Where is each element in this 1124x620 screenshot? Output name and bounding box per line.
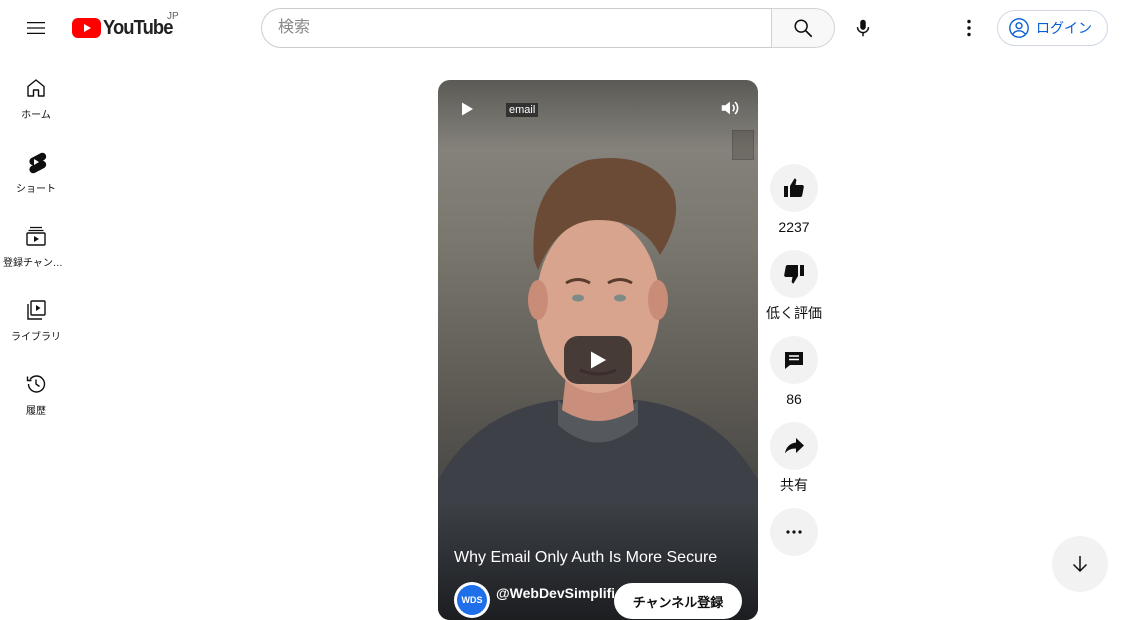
share-button[interactable] — [770, 422, 818, 470]
sidebar-item-home[interactable]: ホーム — [0, 56, 72, 130]
dislike-button[interactable] — [770, 250, 818, 298]
arrow-down-icon — [1072, 556, 1088, 573]
youtube-play-icon — [72, 18, 101, 38]
comments-button[interactable] — [770, 336, 818, 384]
like-action: 2237 — [770, 164, 818, 236]
share-icon — [785, 438, 804, 454]
dislike-action: 低く評価 — [766, 250, 822, 322]
sidebar-item-label: 履歴 — [26, 406, 46, 417]
video-title[interactable]: Why Email Only Auth Is More Secure — [454, 549, 744, 567]
hamburger-icon — [27, 22, 45, 34]
channel-avatar-text: WDS — [457, 585, 487, 615]
search-icon — [794, 19, 813, 38]
guide-menu-button[interactable] — [16, 8, 56, 48]
overlay-tag: email — [506, 103, 539, 117]
search-button[interactable] — [771, 8, 835, 48]
sidebar-item-label: 登録チャンネル — [3, 258, 69, 269]
youtube-logo[interactable]: YouTube JP — [72, 11, 179, 42]
login-label: ログイン — [1036, 20, 1092, 36]
channel-info: WDS @WebDevSimplified — [454, 582, 614, 618]
logo-wordmark: YouTube — [103, 16, 173, 39]
like-button[interactable] — [770, 164, 818, 212]
country-code: JP — [167, 11, 179, 22]
top-gradient — [438, 80, 758, 150]
sidebar-item-label: ホーム — [21, 110, 51, 121]
library-icon — [27, 300, 46, 320]
sidebar-item-label: ライブラリ — [11, 332, 61, 343]
home-icon — [27, 79, 45, 97]
channel-name[interactable]: @WebDevSimplified — [496, 585, 614, 601]
sidebar-item-label: ショート — [16, 184, 56, 195]
shorts-icon — [29, 152, 47, 174]
subscriptions-icon — [26, 226, 46, 246]
share-label: 共有 — [780, 477, 808, 493]
play-icon — [462, 102, 473, 116]
voice-search-button[interactable] — [843, 8, 883, 48]
dislike-label: 低く評価 — [766, 305, 822, 321]
mini-guide: ホーム ショート 登録チャンネル ライブラリ 履歴 — [0, 56, 72, 426]
more-vertical-icon — [967, 19, 971, 37]
more-horizontal-icon — [786, 530, 802, 534]
subscribe-button[interactable]: チャンネル登録 — [614, 583, 742, 619]
share-action: 共有 — [770, 422, 818, 494]
large-play-button[interactable] — [564, 336, 632, 384]
account-icon — [1009, 18, 1029, 38]
comment-action: 86 — [770, 336, 818, 408]
login-button[interactable]: ログイン — [997, 10, 1108, 46]
thumbs-up-icon — [784, 178, 804, 197]
next-video-button[interactable] — [1052, 536, 1108, 592]
comment-icon — [785, 352, 803, 369]
like-count: 2237 — [778, 219, 810, 235]
mute-button[interactable] — [718, 96, 742, 120]
history-icon — [26, 375, 46, 393]
play-pause-button[interactable] — [456, 98, 478, 120]
search-box — [261, 8, 835, 48]
comment-count: 86 — [786, 391, 802, 407]
volume-icon — [721, 101, 739, 115]
masthead: YouTube JP ログイン — [0, 0, 1124, 56]
settings-more-button[interactable] — [949, 8, 989, 48]
play-icon — [591, 351, 606, 369]
sidebar-item-subscriptions[interactable]: 登録チャンネル — [0, 204, 72, 278]
thumbs-down-icon — [784, 265, 804, 284]
more-actions-button[interactable] — [770, 508, 818, 556]
microphone-icon — [856, 19, 870, 37]
search-input[interactable] — [261, 8, 771, 48]
sidebar-item-library[interactable]: ライブラリ — [0, 278, 72, 352]
sidebar-item-history[interactable]: 履歴 — [0, 352, 72, 426]
sidebar-item-shorts[interactable]: ショート — [0, 130, 72, 204]
channel-avatar[interactable]: WDS — [454, 582, 490, 618]
action-bar: 2237 低く評価 86 共有 — [766, 164, 822, 556]
shorts-player[interactable]: email Why Email Only Auth Is More Secure… — [438, 80, 758, 620]
more-action — [770, 508, 818, 556]
